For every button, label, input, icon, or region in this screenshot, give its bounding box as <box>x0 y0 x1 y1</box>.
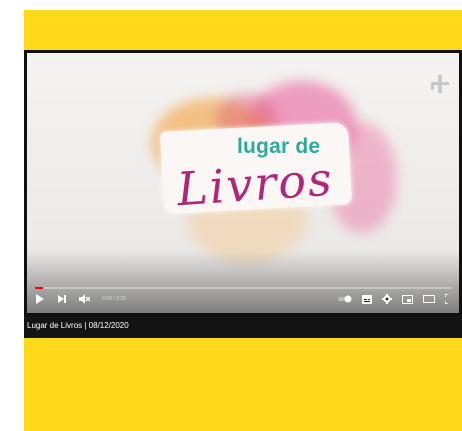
autoplay-toggle-icon[interactable] <box>338 295 352 303</box>
theater-mode-icon[interactable] <box>423 295 435 303</box>
progress-bar[interactable] <box>35 287 451 289</box>
progress-played <box>35 287 44 289</box>
brand-plus-icon <box>429 73 451 101</box>
duration: 3:29 <box>115 296 126 302</box>
top-yellow-band <box>24 10 462 50</box>
volume-muted-icon[interactable] <box>79 294 90 304</box>
video-title-line2: Livros <box>175 151 336 217</box>
current-time: 0:00 <box>102 296 112 302</box>
video-player[interactable]: lugar de Livros 0:00 / 3:29 <box>24 50 462 338</box>
bottom-yellow-band <box>24 338 462 431</box>
time-display: 0:00 / 3:29 <box>102 296 126 302</box>
gear-icon[interactable] <box>382 294 392 304</box>
right-controls <box>338 294 451 304</box>
next-icon[interactable] <box>57 294 67 304</box>
fullscreen-icon[interactable] <box>445 294 451 304</box>
subtitles-icon[interactable] <box>362 294 372 304</box>
video-caption-bar: Lugar de Livros | 08/12/2020 <box>24 316 462 338</box>
video-caption[interactable]: Lugar de Livros | 08/12/2020 <box>27 321 129 330</box>
miniplayer-icon[interactable] <box>402 294 413 304</box>
player-controls: 0:00 / 3:29 <box>35 292 451 306</box>
play-icon[interactable] <box>35 294 45 304</box>
